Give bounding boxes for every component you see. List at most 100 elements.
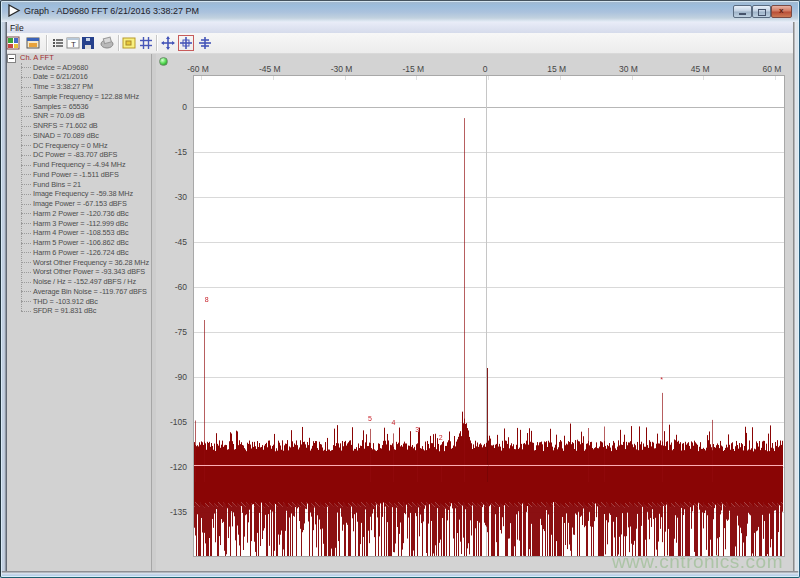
maximize-icon [758, 9, 766, 16]
window-frame-left [0, 22, 7, 571]
pan-zoom-icon[interactable] [179, 36, 193, 50]
tree-item[interactable]: DC Power = -83.707 dBFS [33, 150, 117, 159]
axes-icon[interactable] [198, 36, 212, 50]
y-tick-label: -105 [163, 417, 187, 427]
tree-connector [21, 262, 31, 263]
tree-connector [21, 194, 31, 195]
tree-item[interactable]: Samples = 65536 [33, 102, 89, 111]
status-led-icon [159, 57, 168, 66]
tree-item[interactable]: SNRFS = 71.602 dB [33, 121, 98, 130]
palette-icon[interactable] [122, 36, 136, 50]
tree-item[interactable]: SNR = 70.09 dB [33, 111, 85, 120]
minimize-icon [739, 13, 746, 15]
x-tick-label: -30 M [331, 64, 353, 74]
pan-icon[interactable] [161, 36, 175, 50]
tree-connector [21, 106, 31, 107]
tree-item[interactable]: Fund Frequency = -4.94 MHz [33, 160, 126, 169]
new-graph-icon[interactable] [6, 36, 20, 50]
tree-item[interactable]: Worst Other Frequency = 36.28 MHz [33, 258, 149, 267]
tree-root-expander[interactable] [7, 54, 16, 63]
tree-item[interactable]: Harm 5 Power = -106.862 dBc [33, 238, 129, 247]
text-window-icon[interactable]: T [66, 36, 80, 50]
marker-3: 3 [415, 425, 419, 432]
tree-item[interactable]: Image Power = -67.153 dBFS [33, 199, 127, 208]
minimize-button[interactable] [733, 5, 752, 18]
tree-item[interactable]: THD = -103.912 dBc [33, 297, 98, 306]
x-tick-label: -60 M [187, 64, 209, 74]
main-area: Ch. A FFTDevice = AD9680Date = 6/21/2016… [7, 54, 793, 571]
marker-4: 4 [392, 419, 396, 426]
y-tick-label: -45 [163, 237, 187, 247]
toolbar-separator [118, 35, 120, 51]
tree-connector [21, 233, 31, 234]
tree-root-label[interactable]: Ch. A FFT [20, 53, 54, 62]
tree-item[interactable]: Fund Power = -1.511 dBFS [33, 170, 119, 179]
tree-connector [21, 87, 31, 88]
tree-item[interactable]: Sample Frequency = 122.88 MHz [33, 92, 139, 101]
x-tick-label: 60 M [763, 64, 782, 74]
y-tick-label: -30 [163, 192, 187, 202]
tree-item[interactable]: Noise / Hz = -152.497 dBFS / Hz [33, 277, 136, 286]
maximize-button[interactable] [752, 5, 771, 18]
tree-connector [21, 213, 31, 214]
toolbar-separator [46, 35, 48, 51]
marker-5: 5 [368, 415, 372, 422]
tree-item[interactable]: Image Frequency = -59.38 MHz [33, 189, 133, 198]
title-bar: Graph - AD9680 FFT 6/21/2016 3:38:27 PM … [0, 0, 800, 23]
y-tick-label: 0 [163, 102, 187, 112]
tree-item[interactable]: DC Frequency = 0 MHz [33, 141, 107, 150]
tree-item[interactable]: Worst Other Power = -93.343 dBFS [33, 267, 145, 276]
list-icon[interactable] [51, 36, 65, 50]
x-tick-label: 15 M [547, 64, 566, 74]
y-tick-label: -15 [163, 147, 187, 157]
tree-item[interactable]: Fund Bins = 21 [33, 180, 81, 189]
y-tick-label: -75 [163, 327, 187, 337]
tree-connector [21, 311, 31, 312]
y-tick-label: -60 [163, 282, 187, 292]
tree-item[interactable]: Average Bin Noise = -119.767 dBFS [33, 287, 147, 296]
tree-item[interactable]: Time = 3:38:27 PM [33, 82, 93, 91]
tree-connector [21, 223, 31, 224]
y-tick-label: -120 [163, 462, 187, 472]
marker-2: 2 [439, 434, 443, 441]
tree-connector [21, 174, 31, 175]
tree-connector [21, 301, 31, 302]
print-icon[interactable] [100, 36, 114, 50]
tree-connector [21, 165, 31, 166]
tree-item[interactable]: Harm 4 Power = -108.553 dBc [33, 228, 129, 237]
chart-region: -60 M-45 M-30 M-15 M015 M30 M45 M60 M 0-… [156, 54, 793, 571]
close-button[interactable]: x [771, 5, 792, 18]
close-icon: x [779, 6, 783, 15]
tree-connector [21, 204, 31, 205]
toolbar-separator [156, 35, 158, 51]
tree-item[interactable]: Harm 2 Power = -120.736 dBc [33, 209, 129, 218]
tree-panel: Ch. A FFTDevice = AD9680Date = 6/21/2016… [7, 54, 152, 571]
tree-item[interactable]: Date = 6/21/2016 [33, 72, 88, 81]
tree-connector [21, 77, 31, 78]
tree-item[interactable]: Harm 6 Power = -126.724 dBc [33, 248, 129, 257]
y-tick-label: -135 [163, 507, 187, 517]
tree-connector [21, 135, 31, 136]
tree-item[interactable]: Harm 3 Power = -112.999 dBc [33, 219, 128, 228]
tree-connector [21, 252, 31, 253]
graph-window: Graph - AD9680 FFT 6/21/2016 3:38:27 PM … [0, 0, 800, 578]
tree-connector [21, 282, 31, 283]
menu-file[interactable]: File [10, 23, 24, 33]
y-tick-label: -90 [163, 372, 187, 382]
tree-connector [21, 243, 31, 244]
watermark: www.cntronics.com [612, 551, 783, 573]
tree-connector [21, 67, 31, 68]
tree-item[interactable]: Device = AD9680 [33, 63, 88, 72]
window-icon[interactable] [26, 36, 40, 50]
x-tick-label: 30 M [619, 64, 638, 74]
x-tick-label: -45 M [259, 64, 281, 74]
tree-item[interactable]: SINAD = 70.089 dBc [33, 131, 99, 140]
tree-connector [21, 96, 31, 97]
tree-item[interactable]: SFDR = 91.831 dBc [33, 306, 96, 315]
grid-icon[interactable] [139, 36, 153, 50]
tree-connector [21, 291, 31, 292]
marker-*: * [660, 376, 663, 383]
save-icon[interactable] [81, 36, 95, 50]
svg-text:T: T [71, 40, 76, 49]
window-title: Graph - AD9680 FFT 6/21/2016 3:38:27 PM [24, 6, 199, 16]
